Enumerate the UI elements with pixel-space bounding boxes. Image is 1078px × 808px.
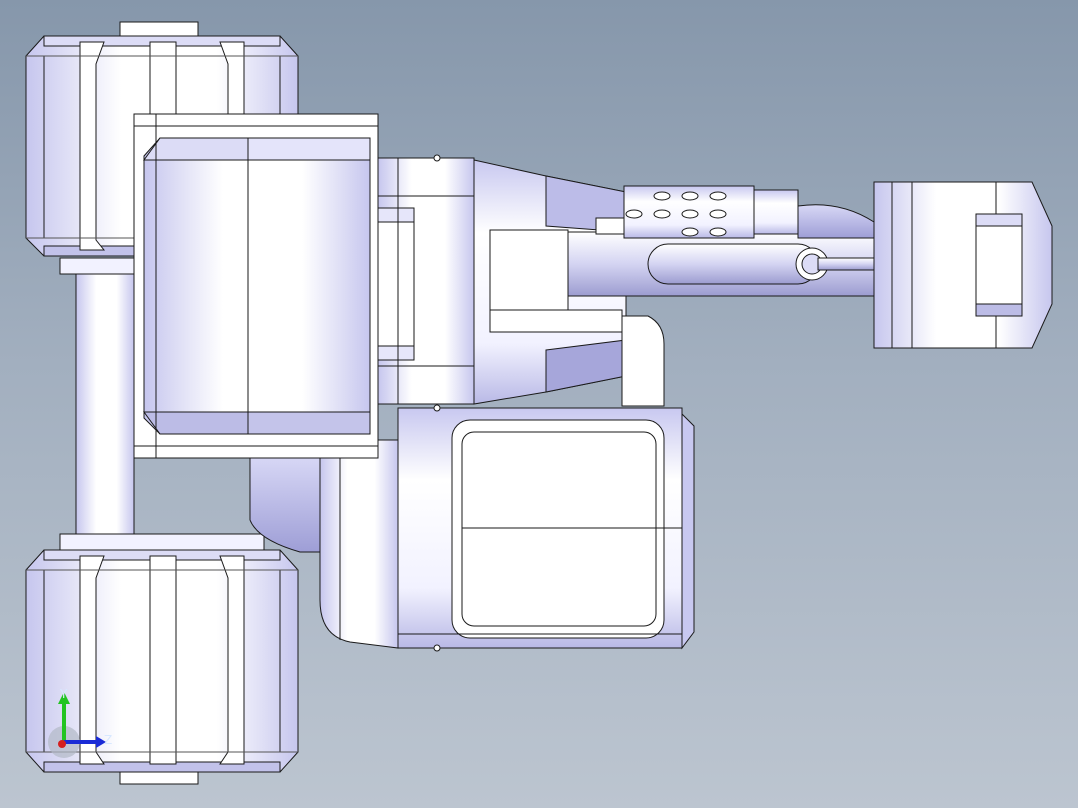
perforated-tube[interactable]: [623, 185, 875, 239]
end-effector[interactable]: [873, 181, 1053, 349]
robot-arm-model-side-view[interactable]: [0, 0, 1078, 808]
coordinate-triad: Y Z: [40, 680, 130, 770]
y-axis-label: Y: [59, 687, 68, 701]
upper-motor-block[interactable]: [133, 113, 379, 459]
z-axis-label: Z: [104, 733, 112, 747]
x-axis-dot: [58, 740, 66, 748]
graphics-viewport[interactable]: Y Z: [0, 0, 1078, 808]
shoulder-joint[interactable]: [377, 154, 475, 412]
